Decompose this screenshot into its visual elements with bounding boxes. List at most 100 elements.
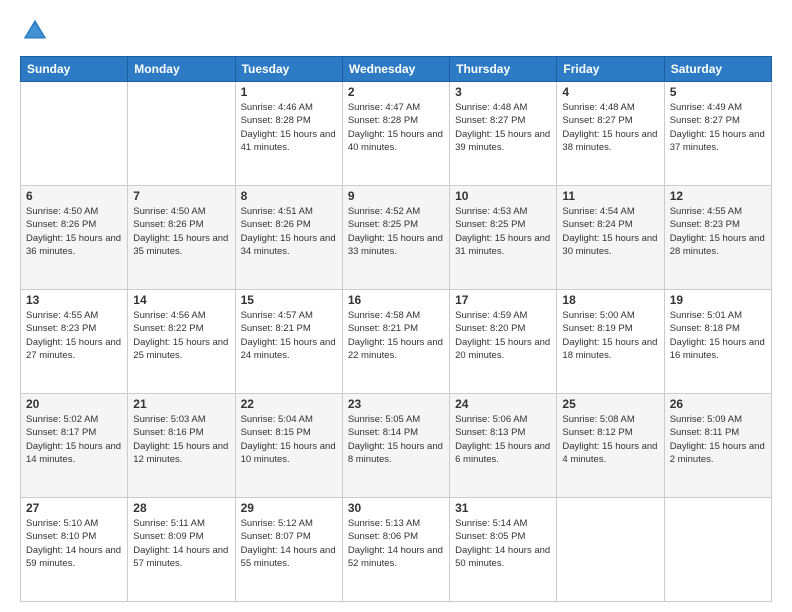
calendar-week-row: 6 Sunrise: 4:50 AM Sunset: 8:26 PM Daylig… <box>21 186 772 290</box>
calendar-cell: 26 Sunrise: 5:09 AM Sunset: 8:11 PM Dayli… <box>664 394 771 498</box>
day-number: 29 <box>241 501 337 515</box>
col-sunday: Sunday <box>21 57 128 82</box>
day-info: Sunrise: 5:12 AM Sunset: 8:07 PM Dayligh… <box>241 517 337 570</box>
calendar-cell <box>21 82 128 186</box>
day-info: Sunrise: 5:05 AM Sunset: 8:14 PM Dayligh… <box>348 413 444 466</box>
day-number: 8 <box>241 189 337 203</box>
calendar-cell: 27 Sunrise: 5:10 AM Sunset: 8:10 PM Dayli… <box>21 498 128 602</box>
calendar-cell <box>557 498 664 602</box>
day-info: Sunrise: 4:54 AM Sunset: 8:24 PM Dayligh… <box>562 205 658 258</box>
calendar-week-row: 27 Sunrise: 5:10 AM Sunset: 8:10 PM Dayli… <box>21 498 772 602</box>
day-info: Sunrise: 4:58 AM Sunset: 8:21 PM Dayligh… <box>348 309 444 362</box>
col-monday: Monday <box>128 57 235 82</box>
calendar-cell: 15 Sunrise: 4:57 AM Sunset: 8:21 PM Dayli… <box>235 290 342 394</box>
day-info: Sunrise: 4:48 AM Sunset: 8:27 PM Dayligh… <box>562 101 658 154</box>
day-info: Sunrise: 4:50 AM Sunset: 8:26 PM Dayligh… <box>26 205 122 258</box>
col-saturday: Saturday <box>664 57 771 82</box>
day-info: Sunrise: 5:11 AM Sunset: 8:09 PM Dayligh… <box>133 517 229 570</box>
day-info: Sunrise: 4:55 AM Sunset: 8:23 PM Dayligh… <box>670 205 766 258</box>
day-number: 3 <box>455 85 551 99</box>
col-tuesday: Tuesday <box>235 57 342 82</box>
calendar-week-row: 1Sunrise: 4:46 AM Sunset: 8:28 PM Daylig… <box>21 82 772 186</box>
day-number: 24 <box>455 397 551 411</box>
day-number: 16 <box>348 293 444 307</box>
day-number: 17 <box>455 293 551 307</box>
day-info: Sunrise: 4:49 AM Sunset: 8:27 PM Dayligh… <box>670 101 766 154</box>
day-number: 7 <box>133 189 229 203</box>
calendar-week-row: 13Sunrise: 4:55 AM Sunset: 8:23 PM Dayli… <box>21 290 772 394</box>
calendar-cell: 16 Sunrise: 4:58 AM Sunset: 8:21 PM Dayli… <box>342 290 449 394</box>
day-number: 15 <box>241 293 337 307</box>
day-info: Sunrise: 5:02 AM Sunset: 8:17 PM Dayligh… <box>26 413 122 466</box>
day-info: Sunrise: 5:09 AM Sunset: 8:11 PM Dayligh… <box>670 413 766 466</box>
calendar-week-row: 20 Sunrise: 5:02 AM Sunset: 8:17 PM Dayli… <box>21 394 772 498</box>
calendar-cell: 2 Sunrise: 4:47 AM Sunset: 8:28 PM Daylig… <box>342 82 449 186</box>
calendar-cell: 9Sunrise: 4:52 AM Sunset: 8:25 PM Daylig… <box>342 186 449 290</box>
calendar-cell: 30Sunrise: 5:13 AM Sunset: 8:06 PM Dayli… <box>342 498 449 602</box>
day-number: 4 <box>562 85 658 99</box>
calendar-cell: 18Sunrise: 5:00 AM Sunset: 8:19 PM Dayli… <box>557 290 664 394</box>
calendar-cell: 4 Sunrise: 4:48 AM Sunset: 8:27 PM Daylig… <box>557 82 664 186</box>
day-info: Sunrise: 4:53 AM Sunset: 8:25 PM Dayligh… <box>455 205 551 258</box>
day-number: 6 <box>26 189 122 203</box>
day-number: 22 <box>241 397 337 411</box>
day-info: Sunrise: 5:00 AM Sunset: 8:19 PM Dayligh… <box>562 309 658 362</box>
day-number: 19 <box>670 293 766 307</box>
calendar-cell: 13Sunrise: 4:55 AM Sunset: 8:23 PM Dayli… <box>21 290 128 394</box>
calendar-cell: 31Sunrise: 5:14 AM Sunset: 8:05 PM Dayli… <box>450 498 557 602</box>
calendar-cell: 21Sunrise: 5:03 AM Sunset: 8:16 PM Dayli… <box>128 394 235 498</box>
day-info: Sunrise: 5:08 AM Sunset: 8:12 PM Dayligh… <box>562 413 658 466</box>
calendar-cell: 22 Sunrise: 5:04 AM Sunset: 8:15 PM Dayli… <box>235 394 342 498</box>
day-number: 27 <box>26 501 122 515</box>
day-number: 10 <box>455 189 551 203</box>
calendar-cell <box>128 82 235 186</box>
col-friday: Friday <box>557 57 664 82</box>
day-info: Sunrise: 5:04 AM Sunset: 8:15 PM Dayligh… <box>241 413 337 466</box>
calendar-cell: 28 Sunrise: 5:11 AM Sunset: 8:09 PM Dayli… <box>128 498 235 602</box>
day-info: Sunrise: 4:50 AM Sunset: 8:26 PM Dayligh… <box>133 205 229 258</box>
day-info: Sunrise: 5:13 AM Sunset: 8:06 PM Dayligh… <box>348 517 444 570</box>
day-info: Sunrise: 4:55 AM Sunset: 8:23 PM Dayligh… <box>26 309 122 362</box>
calendar-cell: 3 Sunrise: 4:48 AM Sunset: 8:27 PM Daylig… <box>450 82 557 186</box>
day-number: 2 <box>348 85 444 99</box>
day-number: 28 <box>133 501 229 515</box>
day-info: Sunrise: 5:06 AM Sunset: 8:13 PM Dayligh… <box>455 413 551 466</box>
calendar-cell: 10 Sunrise: 4:53 AM Sunset: 8:25 PM Dayli… <box>450 186 557 290</box>
calendar-cell: 25 Sunrise: 5:08 AM Sunset: 8:12 PM Dayli… <box>557 394 664 498</box>
page: Sunday Monday Tuesday Wednesday Thursday… <box>0 0 792 612</box>
day-info: Sunrise: 5:10 AM Sunset: 8:10 PM Dayligh… <box>26 517 122 570</box>
calendar-cell: 11 Sunrise: 4:54 AM Sunset: 8:24 PM Dayli… <box>557 186 664 290</box>
calendar-header-row: Sunday Monday Tuesday Wednesday Thursday… <box>21 57 772 82</box>
day-info: Sunrise: 5:01 AM Sunset: 8:18 PM Dayligh… <box>670 309 766 362</box>
day-number: 5 <box>670 85 766 99</box>
calendar-cell: 7 Sunrise: 4:50 AM Sunset: 8:26 PM Daylig… <box>128 186 235 290</box>
day-number: 11 <box>562 189 658 203</box>
calendar-table: Sunday Monday Tuesday Wednesday Thursday… <box>20 56 772 602</box>
day-info: Sunrise: 4:47 AM Sunset: 8:28 PM Dayligh… <box>348 101 444 154</box>
col-wednesday: Wednesday <box>342 57 449 82</box>
day-number: 21 <box>133 397 229 411</box>
calendar-cell: 24 Sunrise: 5:06 AM Sunset: 8:13 PM Dayli… <box>450 394 557 498</box>
day-info: Sunrise: 4:59 AM Sunset: 8:20 PM Dayligh… <box>455 309 551 362</box>
calendar-body: 1Sunrise: 4:46 AM Sunset: 8:28 PM Daylig… <box>21 82 772 602</box>
day-number: 12 <box>670 189 766 203</box>
calendar-cell: 1Sunrise: 4:46 AM Sunset: 8:28 PM Daylig… <box>235 82 342 186</box>
day-info: Sunrise: 4:46 AM Sunset: 8:28 PM Dayligh… <box>241 101 337 154</box>
day-info: Sunrise: 4:51 AM Sunset: 8:26 PM Dayligh… <box>241 205 337 258</box>
calendar-cell: 29 Sunrise: 5:12 AM Sunset: 8:07 PM Dayli… <box>235 498 342 602</box>
day-number: 25 <box>562 397 658 411</box>
calendar-cell: 19 Sunrise: 5:01 AM Sunset: 8:18 PM Dayli… <box>664 290 771 394</box>
day-info: Sunrise: 4:56 AM Sunset: 8:22 PM Dayligh… <box>133 309 229 362</box>
calendar-cell: 23Sunrise: 5:05 AM Sunset: 8:14 PM Dayli… <box>342 394 449 498</box>
logo-icon <box>20 16 50 46</box>
logo <box>20 16 54 46</box>
day-number: 20 <box>26 397 122 411</box>
calendar-cell: 5 Sunrise: 4:49 AM Sunset: 8:27 PM Daylig… <box>664 82 771 186</box>
day-number: 31 <box>455 501 551 515</box>
day-info: Sunrise: 4:48 AM Sunset: 8:27 PM Dayligh… <box>455 101 551 154</box>
header <box>20 16 772 46</box>
day-info: Sunrise: 4:57 AM Sunset: 8:21 PM Dayligh… <box>241 309 337 362</box>
calendar-cell <box>664 498 771 602</box>
day-number: 26 <box>670 397 766 411</box>
day-number: 9 <box>348 189 444 203</box>
